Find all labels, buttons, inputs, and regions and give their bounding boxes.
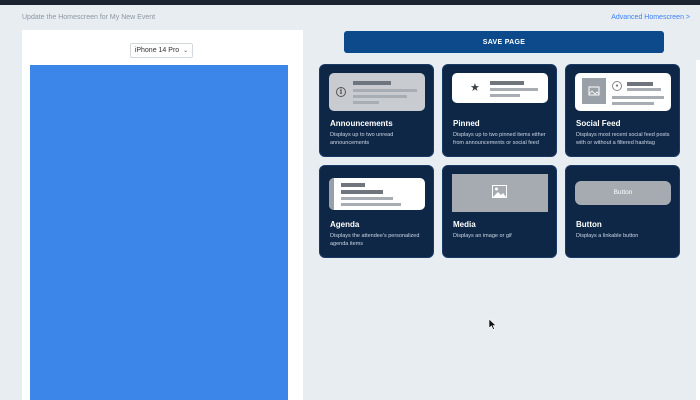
image-icon (492, 185, 507, 198)
widget-preview-announcements: i (329, 73, 425, 111)
right-panel-edge (696, 60, 700, 400)
widget-preview-agenda (329, 178, 425, 210)
widget-card-pinned[interactable]: ★ Pinned Displays up to two pinned items… (442, 64, 557, 157)
widget-preview-button: Button (575, 181, 671, 205)
preview-panel: iPhone 14 Pro ⌄ (22, 30, 303, 400)
widget-preview-social-feed: ● (575, 73, 671, 111)
widget-description: Displays most recent social feed posts w… (576, 132, 670, 146)
chevron-down-icon: ⌄ (183, 48, 189, 54)
mouse-cursor-icon (489, 319, 497, 330)
widget-description: Displays up to two pinned items either f… (453, 132, 546, 146)
button-preview-label: Button (613, 189, 633, 196)
widget-title: Announcements (330, 119, 393, 128)
widget-preview-media (452, 174, 548, 212)
widget-description: Displays a linkable button (576, 233, 639, 239)
image-placeholder-icon (582, 78, 606, 104)
widget-title: Pinned (453, 119, 480, 128)
star-icon: ★ (470, 82, 480, 94)
phone-preview-screen (30, 65, 288, 400)
widget-description: Displays up to two unread announcements (330, 132, 394, 146)
save-page-button[interactable]: SAVE PAGE (344, 31, 664, 53)
info-icon: i (336, 87, 346, 97)
widget-title: Social Feed (576, 119, 621, 128)
device-select-value: iPhone 14 Pro (134, 47, 180, 54)
widget-description: Displays an image or gif (453, 233, 512, 239)
widget-card-agenda[interactable]: Agenda Displays the attendee's personali… (319, 165, 434, 258)
widget-preview-pinned: ★ (452, 73, 548, 103)
advanced-homescreen-link[interactable]: Advanced Homescreen > (611, 14, 690, 21)
avatar-icon: ● (612, 81, 622, 91)
widget-card-social-feed[interactable]: ● Social Feed Displays most recent socia… (565, 64, 680, 157)
device-select[interactable]: iPhone 14 Pro ⌄ (130, 43, 193, 58)
page-title: Update the Homescreen for My New Event (22, 14, 156, 21)
widget-card-button[interactable]: Button Button Displays a linkable button (565, 165, 680, 258)
widget-card-announcements[interactable]: i Announcements Displays up to two unrea… (319, 64, 434, 157)
widget-description: Displays the attendee's personalized age… (330, 233, 420, 247)
widget-title: Agenda (330, 220, 360, 229)
widget-card-media[interactable]: Media Displays an image or gif (442, 165, 557, 258)
widget-title: Button (576, 220, 602, 229)
window-top-bar (0, 0, 700, 5)
widget-title: Media (453, 220, 476, 229)
